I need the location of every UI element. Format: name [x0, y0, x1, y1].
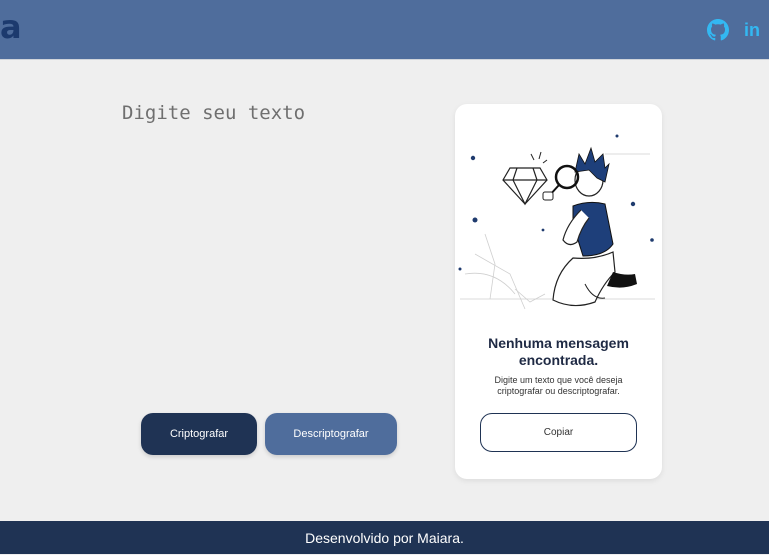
person-inspecting-diamond-illustration	[455, 124, 662, 324]
empty-state-title: Nenhuma mensagem encontrada.	[488, 335, 629, 368]
result-card: Nenhuma mensagem encontrada. Digite um t…	[455, 104, 662, 479]
copy-button[interactable]: Copiar	[480, 413, 637, 452]
header: a in	[0, 0, 769, 60]
encrypt-button[interactable]: Criptografar	[141, 413, 257, 455]
message-input[interactable]	[118, 98, 426, 396]
empty-state-subtitle: Digite um texto que você deseja criptogr…	[494, 375, 623, 396]
footer: Desenvolvido por Maiara.	[0, 521, 769, 554]
logo[interactable]: a	[0, 8, 30, 46]
decrypt-button[interactable]: Descriptografar	[265, 413, 397, 455]
github-icon[interactable]	[707, 19, 729, 41]
linkedin-icon[interactable]: in	[744, 19, 766, 41]
